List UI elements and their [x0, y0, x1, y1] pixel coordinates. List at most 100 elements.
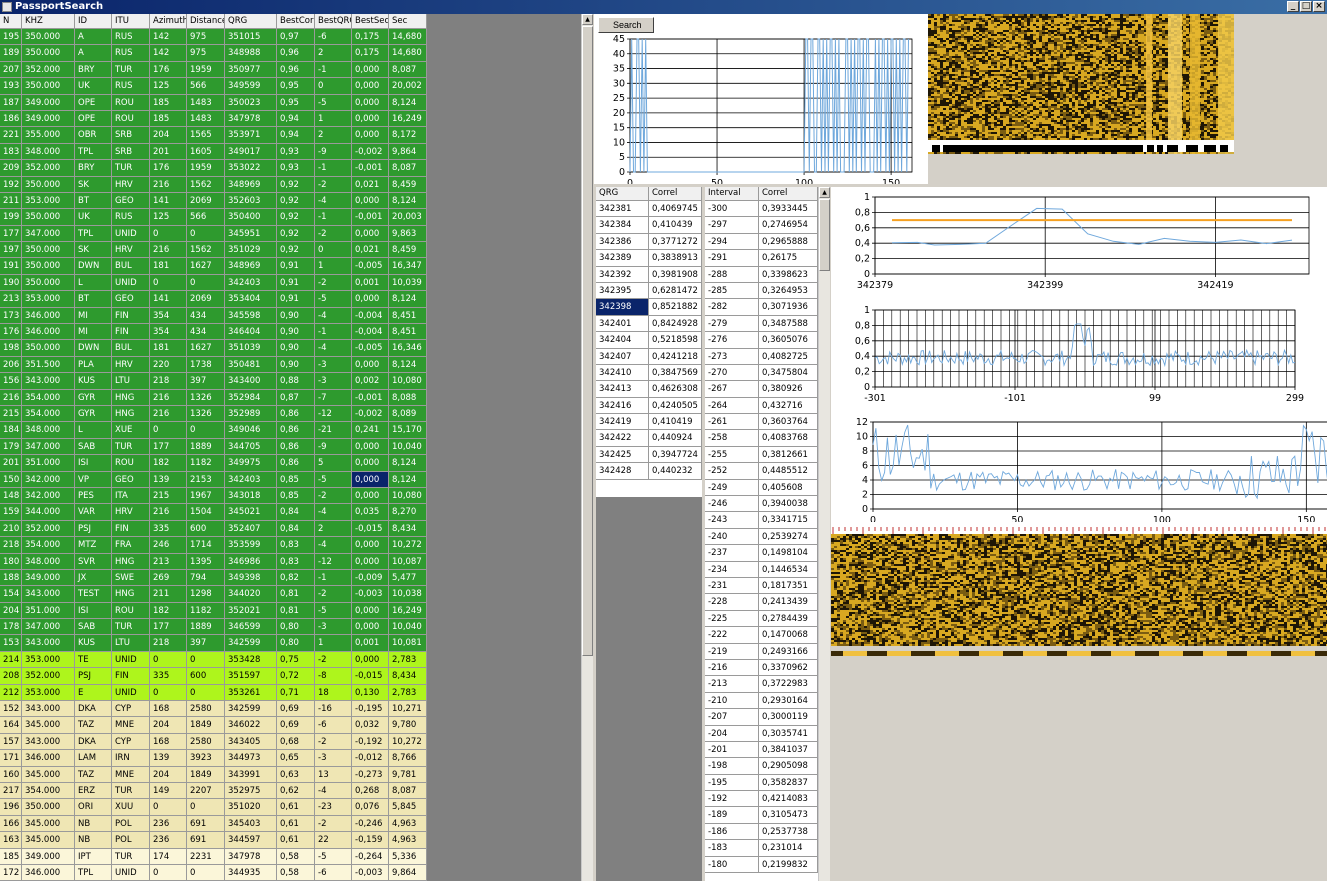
grid-cell-5[interactable]: 0	[187, 799, 225, 815]
grid-cell-4[interactable]: 181	[150, 258, 187, 274]
grid-cell-3[interactable]: ROU	[112, 94, 150, 110]
interval-cell[interactable]: 0,3035741	[759, 725, 818, 741]
interval-cell[interactable]: -210	[705, 692, 759, 709]
qrg-row[interactable]: 342428 0,440232	[596, 463, 702, 480]
grid-cell-5[interactable]: 691	[187, 815, 225, 832]
grid-row[interactable]: 198 350.000 DWN BUL 181 1627 351039 0,90 -4 -0,00…	[0, 340, 427, 357]
qrg-cell[interactable]: 0,4069745	[649, 201, 702, 217]
grid-cell-9[interactable]: -0,003	[352, 864, 389, 881]
grid-cell-7[interactable]: 0,96	[277, 45, 315, 61]
grid-cell-3[interactable]: TUR	[112, 848, 150, 864]
grid-cell-6[interactable]: 350977	[225, 61, 277, 78]
grid-cell-10[interactable]: 16,249	[389, 110, 427, 127]
grid-cell-3[interactable]: ROU	[112, 110, 150, 127]
grid-cell-1[interactable]: 350.000	[22, 258, 75, 274]
grid-cell-9[interactable]: -0,195	[352, 701, 389, 717]
interval-cell[interactable]: 0,3933445	[759, 201, 818, 217]
grid-cell-7[interactable]: 0,91	[277, 291, 315, 307]
grid-cell-4[interactable]: 354	[150, 324, 187, 340]
grid-cell-6[interactable]: 344020	[225, 586, 277, 602]
grid-cell-2[interactable]: UK	[75, 78, 112, 94]
grid-cell-1[interactable]: 351.000	[22, 602, 75, 619]
interval-row[interactable]: -240 0,2539274	[705, 528, 818, 546]
interval-row[interactable]: -267 0,380926	[705, 381, 818, 398]
interval-row[interactable]: -189 0,3105473	[705, 807, 818, 824]
grid-cell-5[interactable]: 0	[187, 684, 225, 701]
qrg-cell[interactable]: 0,4626308	[649, 381, 702, 397]
grid-cell-4[interactable]: 149	[150, 782, 187, 799]
interval-table[interactable]: Interval Correl -300 0,3933445 -297 0,2746954…	[705, 187, 818, 881]
grid-cell-1[interactable]: 351.000	[22, 455, 75, 471]
grid-cell-3[interactable]: ITA	[112, 487, 150, 504]
grid-cell-7[interactable]: 0,92	[277, 225, 315, 242]
grid-cell-3[interactable]: FIN	[112, 324, 150, 340]
grid-cell-7[interactable]: 0,92	[277, 176, 315, 192]
interval-cell[interactable]: 0,1470068	[759, 627, 818, 643]
grid-cell-2[interactable]: TE	[75, 651, 112, 668]
interval-cell[interactable]: -246	[705, 496, 759, 512]
grid-cell-10[interactable]: 10,080	[389, 487, 427, 504]
grid-cell-9[interactable]: 0,000	[352, 127, 389, 143]
qrg-cell[interactable]: 0,8424928	[649, 315, 702, 332]
grid-cell-2[interactable]: SK	[75, 176, 112, 192]
grid-cell-1[interactable]: 343.000	[22, 635, 75, 651]
grid-cell-9[interactable]: 0,032	[352, 717, 389, 733]
interval-cell[interactable]: -222	[705, 627, 759, 643]
qrg-cell[interactable]: 0,3771272	[649, 233, 702, 250]
grid-cell-3[interactable]: HRV	[112, 504, 150, 520]
grid-cell-2[interactable]: DKA	[75, 701, 112, 717]
interval-row[interactable]: -264 0,432716	[705, 397, 818, 415]
grid-cell-7[interactable]: 0,86	[277, 455, 315, 471]
qrg-cell[interactable]: 342410	[596, 364, 649, 381]
grid-cell-10[interactable]: 8,270	[389, 504, 427, 520]
interval-cell[interactable]: 0,405608	[759, 479, 818, 496]
grid-cell-2[interactable]: KUS	[75, 635, 112, 651]
qrg-row[interactable]: 342419 0,410419	[596, 414, 702, 431]
grid-cell-3[interactable]: SRB	[112, 127, 150, 143]
qrg-cell[interactable]: 0,3947724	[649, 446, 702, 463]
interval-row[interactable]: -213 0,3722983	[705, 676, 818, 693]
grid-cell-2[interactable]: VAR	[75, 504, 112, 520]
grid-cell-6[interactable]: 352407	[225, 520, 277, 537]
grid-cell-10[interactable]: 10,272	[389, 733, 427, 750]
grid-cell-3[interactable]: UNID	[112, 651, 150, 668]
maximize-button[interactable]: □	[1300, 1, 1312, 12]
grid-cell-4[interactable]: 141	[150, 192, 187, 209]
qrg-row[interactable]: 342422 0,440924	[596, 430, 702, 447]
grid-cell-0[interactable]: 212	[0, 684, 22, 701]
interval-cell[interactable]: -234	[705, 561, 759, 577]
interval-cell[interactable]: 0,432716	[759, 397, 818, 414]
grid-cell-5[interactable]: 1959	[187, 160, 225, 176]
interval-row[interactable]: -237 0,1498104	[705, 545, 818, 562]
grid-row[interactable]: 185 349.000 IPT TUR 174 2231 347978 0,58 -5 -0,26…	[0, 848, 427, 865]
grid-cell-10[interactable]: 9,863	[389, 225, 427, 242]
grid-row[interactable]: 189 350.000 A RUS 142 975 348988 0,96 2 0,175 14,6…	[0, 45, 427, 62]
grid-cell-8[interactable]: -16	[315, 701, 352, 717]
grid-cell-2[interactable]: GYR	[75, 389, 112, 405]
grid-row[interactable]: 178 347.000 SAB TUR 177 1889 346599 0,80 -3 0,000…	[0, 619, 427, 636]
qrg-cell[interactable]: 0,440232	[649, 463, 702, 479]
grid-cell-2[interactable]: SAB	[75, 438, 112, 455]
grid-cell-3[interactable]: MNE	[112, 717, 150, 733]
grid-cell-6[interactable]: 343991	[225, 766, 277, 782]
grid-cell-6[interactable]: 343400	[225, 373, 277, 389]
grid-cell-10[interactable]: 9,864	[389, 143, 427, 160]
grid-cell-0[interactable]: 176	[0, 324, 22, 340]
grid-cell-7[interactable]: 0,58	[277, 864, 315, 881]
grid-cell-8[interactable]: -6	[315, 717, 352, 733]
grid-cell-3[interactable]: SRB	[112, 143, 150, 160]
qrg-row[interactable]: 342395 0,6281472	[596, 282, 702, 300]
interval-cell[interactable]: -252	[705, 463, 759, 479]
grid-cell-5[interactable]: 2207	[187, 782, 225, 799]
interval-column-header[interactable]: Correl	[759, 187, 818, 200]
grid-cell-3[interactable]: LTU	[112, 635, 150, 651]
grid-cell-7[interactable]: 0,92	[277, 192, 315, 209]
grid-cell-10[interactable]: 2,783	[389, 684, 427, 701]
grid-cell-9[interactable]: 0,002	[352, 373, 389, 389]
grid-cell-7[interactable]: 0,61	[277, 799, 315, 815]
grid-cell-10[interactable]: 16,249	[389, 602, 427, 619]
column-header-5[interactable]: Distance	[187, 14, 225, 28]
grid-cell-4[interactable]: 218	[150, 373, 187, 389]
qrg-cell[interactable]: 342401	[596, 315, 649, 332]
grid-cell-8[interactable]: -5	[315, 291, 352, 307]
